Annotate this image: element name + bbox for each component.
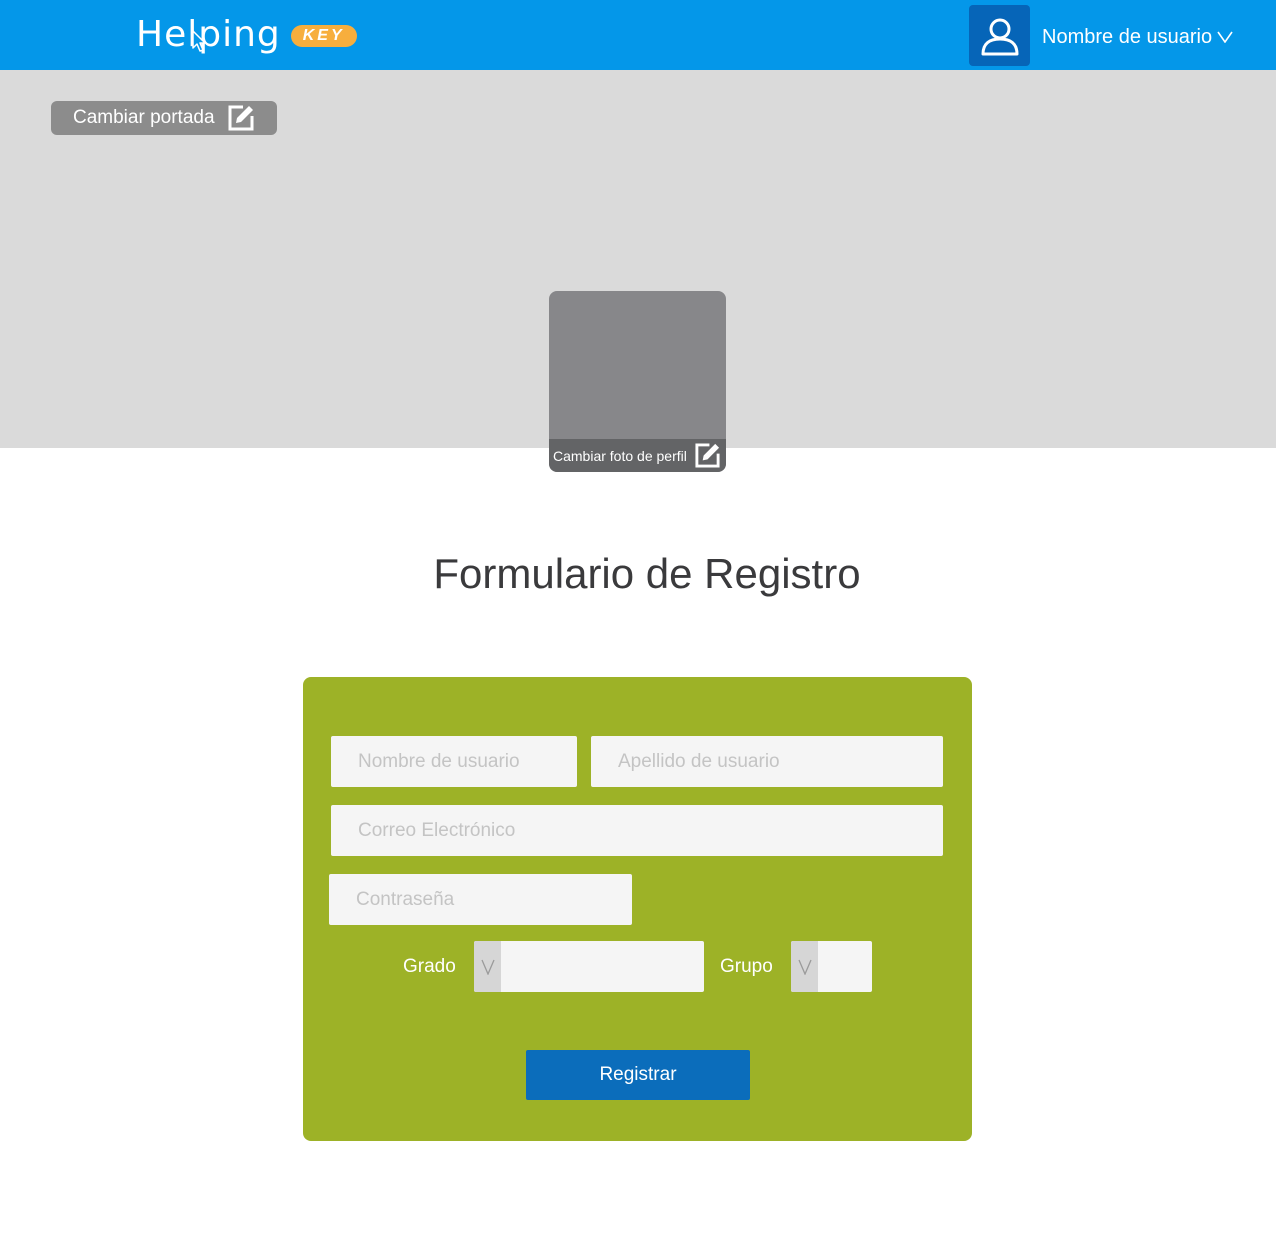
password-field[interactable]: Contraseña (329, 874, 632, 925)
grade-label: Grado (403, 956, 456, 977)
first-name-field[interactable]: Nombre de usuario (331, 736, 577, 787)
email-field[interactable]: Correo Electrónico (331, 805, 943, 856)
edit-icon (695, 443, 720, 468)
group-select[interactable] (791, 941, 872, 992)
change-cover-label: Cambiar portada (73, 107, 215, 128)
grade-select[interactable] (474, 941, 704, 992)
chevron-down-icon (791, 941, 818, 992)
page-title: Formulario de Registro (433, 550, 861, 597)
change-profile-photo-label: Cambiar foto de perfil (553, 447, 687, 464)
edit-icon (228, 105, 254, 131)
user-icon (981, 18, 1018, 55)
top-header: Helping KEY Nombre de usuario (0, 0, 1276, 70)
chevron-down-icon (474, 941, 501, 992)
logo[interactable]: Helping KEY (136, 12, 357, 58)
chevron-down-icon (1217, 31, 1233, 43)
user-name: Nombre de usuario (1042, 25, 1213, 48)
logo-text: Helping (136, 14, 281, 55)
cursor-icon (192, 30, 206, 52)
user-avatar-button[interactable] (969, 5, 1030, 66)
last-name-field[interactable]: Apellido de usuario (591, 736, 943, 787)
registration-form: Nombre de usuario Apellido de usuario Co… (303, 677, 972, 1141)
logo-badge: KEY (290, 25, 357, 47)
change-cover-button[interactable]: Cambiar portada (51, 101, 277, 135)
group-label: Grupo (720, 956, 773, 977)
register-button[interactable]: Registrar (526, 1050, 750, 1100)
change-profile-photo-button[interactable]: Cambiar foto de perfil (549, 439, 726, 472)
profile-photo: Cambiar foto de perfil (549, 291, 726, 472)
user-menu[interactable]: Nombre de usuario (1042, 22, 1233, 52)
page: Helping KEY Nombre de usuario Cambiar po… (0, 0, 1276, 1249)
